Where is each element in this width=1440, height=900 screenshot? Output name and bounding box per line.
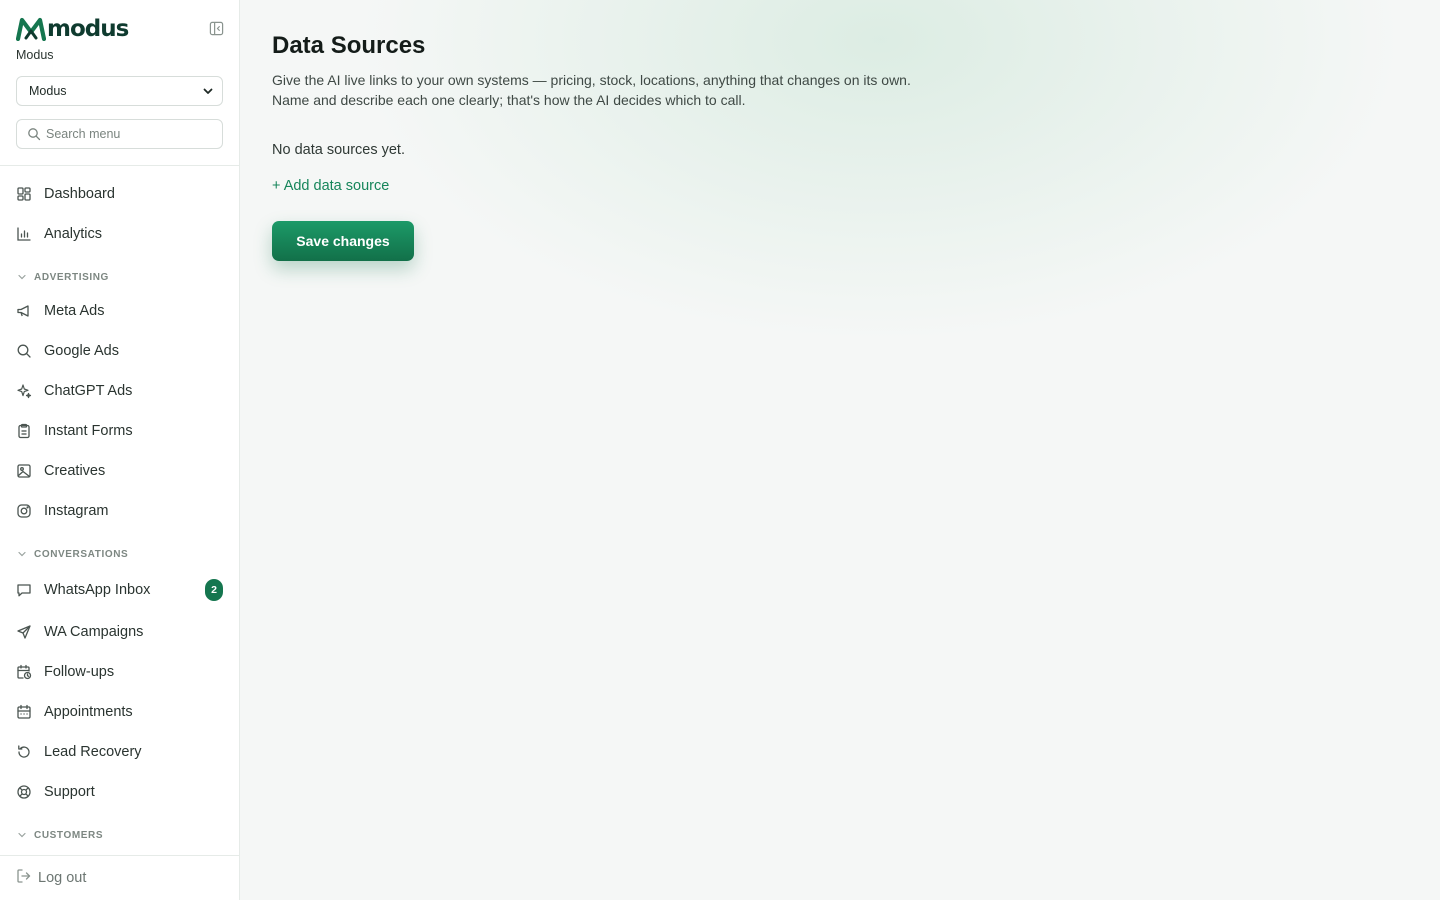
magnifier-icon [16,343,32,359]
send-icon [16,624,32,640]
sidebar-collapse-button[interactable] [208,20,224,36]
save-changes-button[interactable]: Save changes [272,221,414,261]
nav-item-google-ads[interactable]: Google Ads [16,331,224,371]
nav-label: Dashboard [44,186,115,202]
nav-label: Instant Forms [44,423,133,439]
section-label: CUSTOMERS [34,829,104,841]
logo[interactable]: modus [16,16,224,42]
sparkles-icon [16,383,32,399]
bar-chart-icon [16,226,32,242]
logout-icon [16,868,32,889]
nav-label: WA Campaigns [44,624,144,640]
logout-label: Log out [38,870,87,886]
add-data-source-link[interactable]: + Add data source [272,178,389,194]
page-description-line: Name and describe each one clearly; that… [272,92,746,108]
workspace-select[interactable]: Modus [16,76,223,106]
section-conversations[interactable]: CONVERSATIONS [16,546,224,562]
lifebuoy-icon [16,784,32,800]
nav-label: WhatsApp Inbox [44,582,151,598]
search-menu-field[interactable] [16,119,223,149]
empty-state-text: No data sources yet. [272,142,405,158]
page-description: Give the AI live links to your own syste… [272,70,1032,110]
nav-item-chatgpt-ads[interactable]: ChatGPT Ads [16,371,224,411]
workspace-name: Modus [16,48,54,62]
sidebar-divider [0,855,240,856]
nav-label: Follow-ups [44,664,115,680]
nav-item-support[interactable]: Support [16,772,224,812]
nav-label: Creatives [44,463,106,479]
logout-button[interactable]: Log out [16,866,86,890]
clipboard-icon [16,423,32,439]
nav-label: Analytics [44,226,103,242]
calendar-clock-icon [16,664,32,680]
nav-item-meta-ads[interactable]: Meta Ads [16,291,224,331]
page-title: Data Sources [272,32,426,59]
section-advertising[interactable]: ADVERTISING [16,269,224,285]
sidebar-collapse-icon [209,21,223,35]
section-label: ADVERTISING [34,271,109,283]
section-label: CONVERSATIONS [34,548,129,560]
unread-count-badge: 2 [205,579,223,601]
nav-item-appointments[interactable]: Appointments [16,692,224,732]
search-menu-input[interactable] [46,127,206,141]
nav-label: Support [44,784,95,800]
page-description-line: Give the AI live links to your own syste… [272,72,911,88]
chevron-down-icon [16,271,28,283]
megaphone-icon [16,303,32,319]
main-content: Data Sources Give the AI live links to y… [240,0,1440,900]
logo-mark [16,17,46,41]
section-customers[interactable]: CUSTOMERS [16,827,224,843]
workspace-select-value: Modus [29,84,67,98]
nav-item-wa-campaigns[interactable]: WA Campaigns [16,612,224,652]
nav-label: Instagram [44,503,109,519]
chevron-down-icon [16,829,28,841]
chevron-down-icon [16,548,28,560]
nav-label: Google Ads [44,343,119,359]
refresh-icon [16,744,32,760]
nav-label: Appointments [44,704,133,720]
sidebar-divider [0,165,240,166]
dashboard-grid-icon [16,186,32,202]
nav-item-whatsapp-inbox[interactable]: WhatsApp Inbox 2 [16,570,224,610]
nav-item-dashboard[interactable]: Dashboard [16,174,224,214]
calendar-icon [16,704,32,720]
logo-text: modus [47,16,129,42]
chevron-down-icon [203,88,213,94]
sidebar-nav: Dashboard Analytics ADVERTISING Meta Ads… [0,174,240,855]
nav-item-analytics[interactable]: Analytics [16,214,224,254]
brand-header: modus Modus [16,16,224,76]
chat-bubble-icon [16,582,32,598]
nav-item-lead-recovery[interactable]: Lead Recovery [16,732,224,772]
instagram-icon [16,503,32,519]
nav-label: Lead Recovery [44,744,142,760]
nav-label: ChatGPT Ads [44,383,133,399]
nav-item-creatives[interactable]: Creatives [16,451,224,491]
nav-item-instagram[interactable]: Instagram [16,491,224,531]
image-icon [16,463,32,479]
nav-item-follow-ups[interactable]: Follow-ups [16,652,224,692]
search-icon [27,127,41,141]
nav-item-instant-forms[interactable]: Instant Forms [16,411,224,451]
sidebar: modus Modus Modus Dashboard Ana [0,0,240,900]
nav-label: Meta Ads [44,303,105,319]
